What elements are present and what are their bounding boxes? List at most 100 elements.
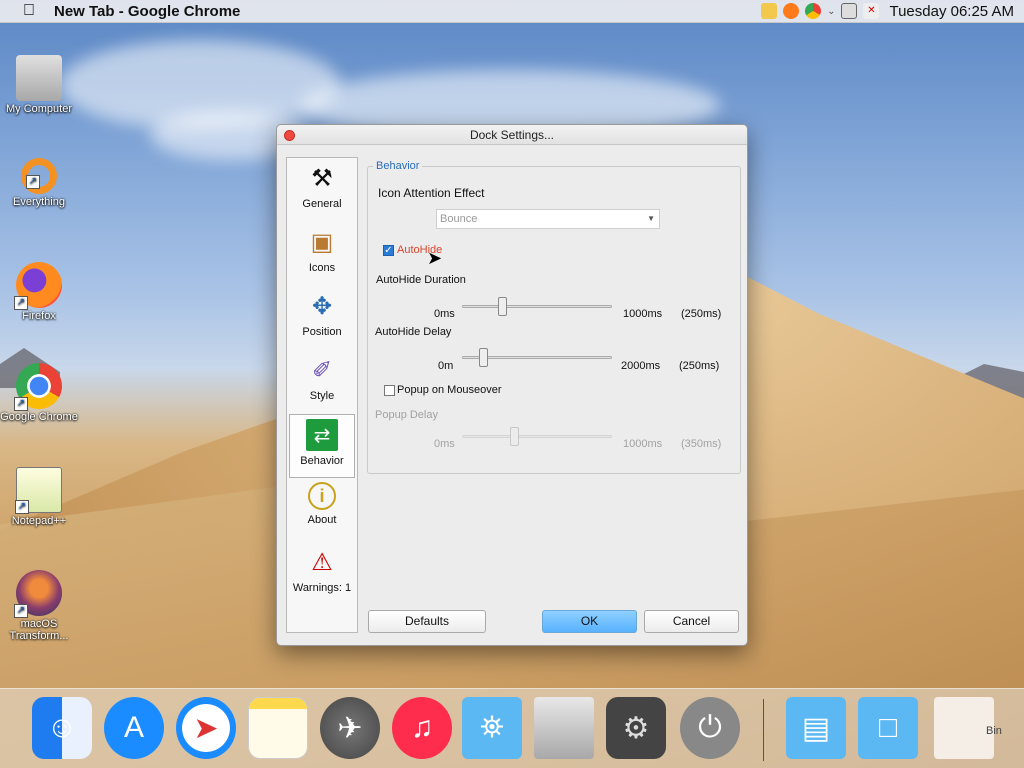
popup-delay-slider[interactable] — [462, 435, 612, 438]
popup-delay-min-label: 0ms — [434, 438, 455, 450]
computer-icon — [16, 55, 62, 101]
desktop-icon-macos-transform[interactable]: ↗ macOS Transform... — [0, 570, 78, 642]
desktop-icon-google-chrome[interactable]: ↗ Google Chrome — [0, 363, 78, 423]
popup-delay-label: Popup Delay — [375, 409, 438, 421]
dialog-titlebar[interactable]: Dock Settings... — [277, 125, 747, 145]
shortcut-arrow-icon: ↗ — [14, 397, 28, 411]
info-icon: i — [308, 482, 336, 510]
network-icon[interactable] — [841, 3, 858, 19]
firefox-icon[interactable] — [783, 3, 800, 19]
desktop-icon-label: Everything — [13, 196, 65, 208]
active-app-title[interactable]: New Tab - Google Chrome — [54, 3, 240, 20]
sidebar-item-label: About — [307, 514, 337, 526]
desktop-icon-label: Google Chrome — [0, 411, 78, 423]
sidebar-item-label: Position — [302, 326, 342, 338]
autohide-delay-label: AutoHide Delay — [375, 326, 452, 338]
popup-delay-slider-thumb[interactable] — [510, 427, 519, 446]
macos-icon: ↗ — [14, 570, 62, 618]
ok-button[interactable]: OK — [542, 610, 637, 633]
trash-icon[interactable] — [934, 697, 994, 759]
power-icon[interactable]: ⏻ — [680, 697, 740, 759]
desktop-icon-label: Firefox — [22, 310, 56, 322]
folder-icon[interactable] — [761, 3, 778, 19]
delay-value: (250ms) — [679, 360, 720, 372]
swap-arrows-icon: ⇄ — [306, 419, 338, 451]
brush-icon: ✐ — [311, 356, 333, 384]
system-tray: ⌄ ✕ Tuesday 06:25 AM — [761, 3, 1014, 20]
desktop-icon-firefox[interactable]: ↗ Firefox — [0, 262, 78, 322]
settings-sidebar: ⚒ General ▣ Icons ✥ Position ✐ Style ⇄ B… — [286, 157, 358, 633]
warning-icon: ⚠ — [311, 548, 333, 576]
autohide-checkbox[interactable]: ✓ — [383, 245, 394, 256]
duration-slider[interactable] — [462, 305, 612, 308]
sidebar-item-about[interactable]: i About — [287, 478, 357, 542]
finder-icon[interactable]: ☺ — [32, 697, 92, 759]
desktop-icon-label: macOS Transform... — [9, 618, 69, 642]
cancel-button[interactable]: Cancel — [644, 610, 739, 633]
popup-delay-max-label: 1000ms — [623, 438, 663, 450]
menu-bar:  New Tab - Google Chrome ⌄ ✕ Tuesday 06… — [0, 0, 1024, 23]
delay-min-label: 0m — [438, 360, 454, 372]
dropdown-caret-icon: ▼ — [647, 214, 655, 223]
chevron-down-icon[interactable]: ⌄ — [827, 6, 835, 17]
duration-value: (250ms) — [681, 308, 722, 320]
dock: ☺ A ➤ ✈ ♫ ⛯ ⚙ ⏻ ▤ □ Bin — [0, 688, 1024, 768]
sidebar-item-icons[interactable]: ▣ Icons — [287, 222, 357, 286]
popup-label[interactable]: Popup on Mouseover — [397, 384, 502, 396]
sidebar-item-general[interactable]: ⚒ General — [287, 158, 357, 222]
documents-folder-icon[interactable]: ▤ — [786, 697, 846, 759]
sidebar-item-position[interactable]: ✥ Position — [287, 286, 357, 350]
notepad-icon: ↗ — [15, 467, 62, 514]
defaults-button[interactable]: Defaults — [368, 610, 486, 633]
sidebar-item-label: Behavior — [300, 455, 344, 467]
sidebar-item-label: Icons — [308, 262, 336, 274]
group-title: Behavior — [373, 160, 423, 172]
applications-folder-icon[interactable]: ⛯ — [462, 697, 522, 759]
app-store-icon[interactable]: A — [104, 697, 164, 759]
shortcut-arrow-icon: ↗ — [26, 175, 40, 189]
popup-checkbox[interactable] — [384, 385, 395, 396]
shortcut-arrow-icon: ↗ — [14, 296, 28, 310]
sidebar-item-label: Warnings: 1 — [292, 582, 352, 594]
box-icon: ▣ — [310, 228, 334, 256]
desktop-icon-label: My Computer — [5, 103, 73, 115]
delay-slider-thumb[interactable] — [479, 348, 488, 367]
volume-mute-icon[interactable]: ✕ — [863, 3, 880, 19]
desktop-icon-my-computer[interactable]: My Computer — [0, 55, 78, 115]
mouse-cursor-icon: ➤ — [427, 248, 443, 268]
duration-slider-thumb[interactable] — [498, 297, 507, 316]
apple-menu-icon[interactable]:  — [18, 2, 40, 20]
sidebar-item-behavior[interactable]: ⇄ Behavior — [289, 414, 355, 478]
duration-min-label: 0ms — [434, 308, 455, 320]
tools-icon: ⚒ — [311, 164, 333, 192]
search-icon: ↗ — [21, 158, 57, 194]
notes-icon[interactable] — [248, 697, 308, 759]
popup-delay-value: (350ms) — [681, 438, 722, 450]
trash-label: Bin — [986, 725, 1002, 737]
sidebar-item-style[interactable]: ✐ Style — [287, 350, 357, 414]
dock-settings-dialog: Dock Settings... ⚒ General ▣ Icons ✥ Pos… — [276, 124, 748, 646]
arrows-icon: ✥ — [311, 292, 333, 320]
delay-max-label: 2000ms — [621, 360, 661, 372]
clock[interactable]: Tuesday 06:25 AM — [889, 3, 1014, 20]
safari-icon[interactable]: ➤ — [176, 697, 236, 759]
downloads-folder-icon[interactable]: □ — [858, 697, 918, 759]
autohide-duration-label: AutoHide Duration — [376, 274, 466, 286]
attention-effect-label: Icon Attention Effect — [378, 186, 485, 200]
dialog-title: Dock Settings... — [469, 128, 555, 142]
desktop-icon-notepad[interactable]: ↗ Notepad++ — [0, 467, 78, 527]
duration-max-label: 1000ms — [623, 308, 663, 320]
settings-icon[interactable]: ⚙ — [606, 697, 666, 759]
shortcut-arrow-icon: ↗ — [14, 604, 28, 618]
sidebar-item-warnings[interactable]: ⚠ Warnings: 1 — [287, 542, 357, 606]
launchpad-icon[interactable]: ✈ — [320, 697, 380, 759]
music-icon[interactable]: ♫ — [392, 697, 452, 759]
attention-effect-value: Bounce — [440, 213, 478, 225]
attention-effect-select[interactable]: Bounce ▼ — [436, 209, 660, 229]
sidebar-item-label: General — [302, 198, 342, 210]
close-button[interactable] — [284, 130, 295, 141]
computer-icon[interactable] — [534, 697, 594, 759]
desktop-icon-everything[interactable]: ↗ Everything — [0, 158, 78, 208]
shortcut-arrow-icon: ↗ — [15, 500, 29, 514]
chrome-icon[interactable] — [805, 3, 822, 19]
